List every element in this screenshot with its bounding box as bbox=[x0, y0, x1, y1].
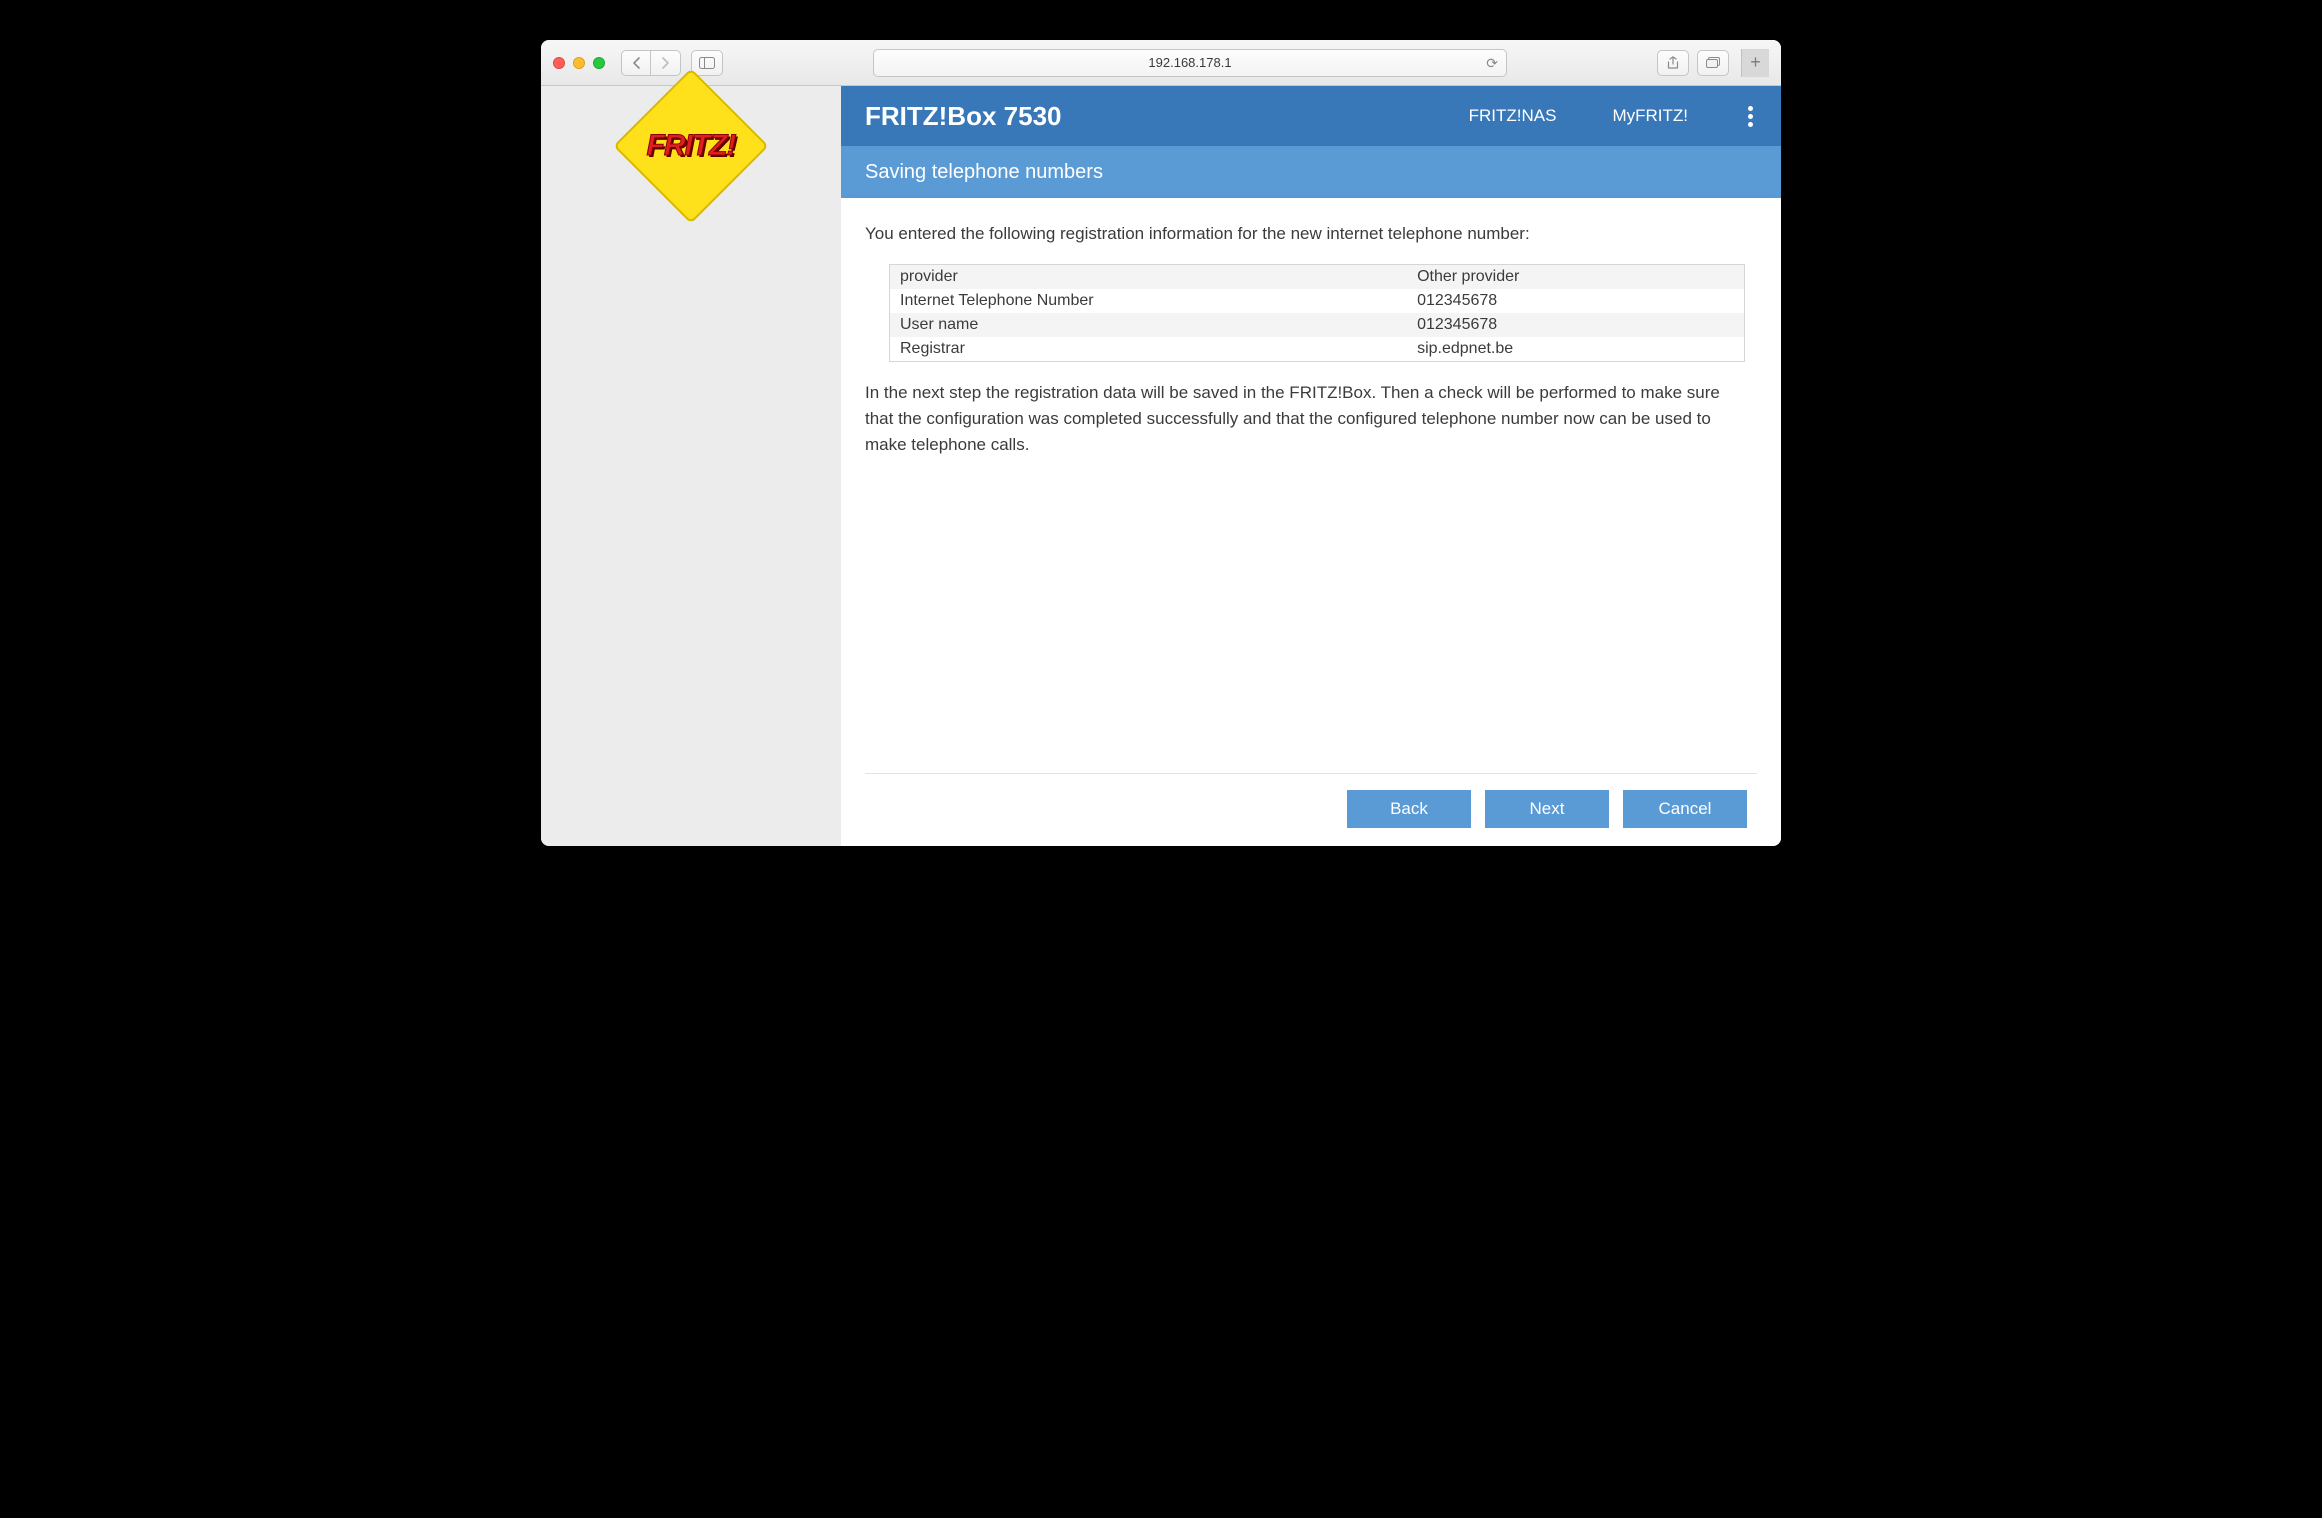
row-value: sip.edpnet.be bbox=[1417, 340, 1734, 358]
subheader-title: Saving telephone numbers bbox=[865, 161, 1103, 184]
app-title: FRITZ!Box 7530 bbox=[865, 101, 1062, 132]
sidebar-toggle-button[interactable] bbox=[691, 50, 723, 76]
link-myfritz[interactable]: MyFRITZ! bbox=[1612, 106, 1688, 126]
fritz-logo: FRITZ! bbox=[616, 96, 766, 196]
browser-window: 192.168.178.1 ⟳ + FRITZ! FRITZ!Bo bbox=[541, 40, 1781, 846]
close-window-button[interactable] bbox=[553, 57, 565, 69]
spacer bbox=[865, 499, 1757, 773]
show-tabs-button[interactable] bbox=[1697, 50, 1729, 76]
sidebar: FRITZ! bbox=[541, 86, 841, 846]
nav-back-button[interactable] bbox=[621, 50, 651, 76]
row-value: Other provider bbox=[1417, 268, 1734, 286]
main: FRITZ!Box 7530 FRITZ!NAS MyFRITZ! Saving… bbox=[841, 86, 1781, 846]
next-button[interactable]: Next bbox=[1485, 790, 1609, 828]
panel: You entered the following registration i… bbox=[841, 198, 1781, 846]
share-button[interactable] bbox=[1657, 50, 1689, 76]
table-row: Internet Telephone Number 012345678 bbox=[890, 289, 1744, 313]
logo-wrap: FRITZ! bbox=[541, 96, 841, 196]
link-fritznas[interactable]: FRITZ!NAS bbox=[1469, 106, 1557, 126]
zoom-window-button[interactable] bbox=[593, 57, 605, 69]
cancel-button[interactable]: Cancel bbox=[1623, 790, 1747, 828]
back-button[interactable]: Back bbox=[1347, 790, 1471, 828]
row-key: provider bbox=[900, 268, 1417, 286]
browser-toolbar: 192.168.178.1 ⟳ + bbox=[541, 40, 1781, 86]
nav-forward-button[interactable] bbox=[651, 50, 681, 76]
window-controls bbox=[553, 57, 605, 69]
row-key: Internet Telephone Number bbox=[900, 292, 1417, 310]
minimize-window-button[interactable] bbox=[573, 57, 585, 69]
logo-text: FRITZ! bbox=[647, 129, 736, 163]
page-content: FRITZ! FRITZ!Box 7530 FRITZ!NAS MyFRITZ!… bbox=[541, 86, 1781, 846]
address-bar-text: 192.168.178.1 bbox=[1148, 55, 1231, 70]
toolbar-right: + bbox=[1657, 49, 1769, 77]
intro-text: You entered the following registration i… bbox=[865, 222, 1757, 246]
reload-icon[interactable]: ⟳ bbox=[1486, 55, 1498, 72]
table-row: Registrar sip.edpnet.be bbox=[890, 337, 1744, 361]
new-tab-button[interactable]: + bbox=[1741, 49, 1769, 77]
registration-table: provider Other provider Internet Telepho… bbox=[889, 264, 1745, 362]
table-row: provider Other provider bbox=[890, 265, 1744, 289]
description-text: In the next step the registration data w… bbox=[865, 380, 1757, 459]
address-bar[interactable]: 192.168.178.1 ⟳ bbox=[873, 49, 1507, 77]
row-value: 012345678 bbox=[1417, 292, 1734, 310]
table-row: User name 012345678 bbox=[890, 313, 1744, 337]
page-subheader: Saving telephone numbers bbox=[841, 146, 1781, 198]
nav-back-forward bbox=[621, 50, 681, 76]
button-bar: Back Next Cancel bbox=[865, 773, 1757, 846]
app-header: FRITZ!Box 7530 FRITZ!NAS MyFRITZ! bbox=[841, 86, 1781, 146]
menu-kebab-icon[interactable] bbox=[1744, 102, 1757, 131]
row-key: User name bbox=[900, 316, 1417, 334]
row-value: 012345678 bbox=[1417, 316, 1734, 334]
row-key: Registrar bbox=[900, 340, 1417, 358]
header-links: FRITZ!NAS MyFRITZ! bbox=[1469, 102, 1757, 131]
